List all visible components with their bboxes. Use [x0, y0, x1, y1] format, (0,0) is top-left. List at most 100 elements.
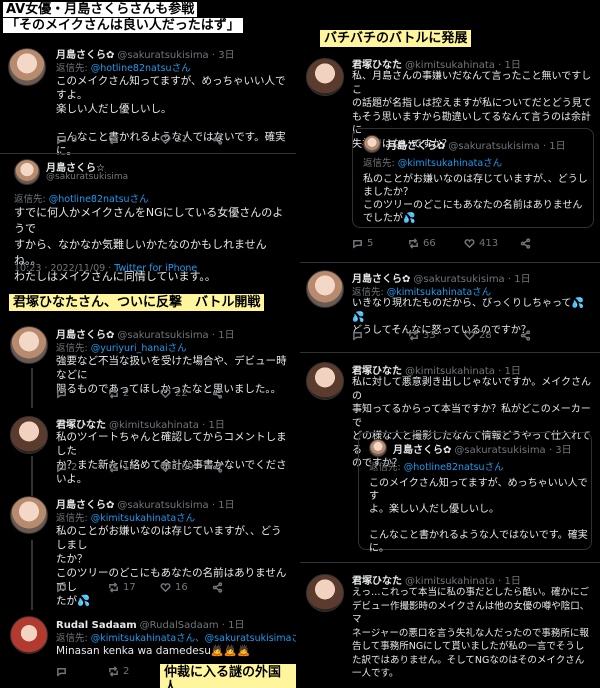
author-name: 月島さくら✿	[393, 445, 452, 456]
share-button[interactable]	[212, 134, 264, 145]
tweet-text: えっ…これって本当に私の事だとしたら酷い。確かにご デビュー作撮影時のメイクさん…	[352, 587, 590, 679]
share-icon	[212, 582, 223, 593]
avatar[interactable]	[306, 58, 344, 96]
reply-to: 返信先: @kimitsukahinataさん、@sakuratsukisima…	[56, 630, 296, 644]
share-button[interactable]	[520, 238, 572, 249]
like-button[interactable]: 16	[160, 582, 212, 593]
like-button[interactable]: 413	[464, 238, 520, 249]
tweet-actions: 8 21	[56, 134, 264, 145]
reply-icon	[353, 332, 362, 341]
share-button[interactable]	[212, 388, 264, 399]
tweet-text: Minasan kenka wa damedesu🙇🙇🙇	[56, 645, 251, 657]
caption-battle: バチバチのバトルに発展	[320, 30, 472, 47]
retweet-button[interactable]: 66	[408, 238, 464, 249]
reply-button[interactable]	[56, 582, 108, 593]
avatar[interactable]	[14, 159, 40, 185]
like-button[interactable]: 21	[160, 134, 212, 145]
divider	[300, 262, 600, 263]
reply-to-link[interactable]: @hotline82natsuさん	[91, 63, 191, 74]
retweet-button[interactable]: 33	[408, 330, 464, 341]
tweet-hinata-4[interactable]: 君塚ひなた @kimitsukahinata · 1日 えっ…これって本当に私の事…	[300, 568, 600, 688]
avatar[interactable]	[10, 496, 48, 534]
retweet-icon	[109, 582, 118, 593]
tweet-sakura-3[interactable]: 月島さくら✿ @sakuratsukisima · 1日 返信先: @kimits…	[0, 490, 296, 607]
tweet-sakura-1[interactable]: 月島さくら✿ @sakuratsukisima · 3日 返信先: @hotlin…	[0, 40, 296, 157]
share-button[interactable]	[520, 330, 572, 341]
retweet-button[interactable]	[108, 134, 160, 145]
avatar[interactable]	[10, 616, 48, 654]
tweet-hinata-1[interactable]: 君塚ひなた @kimitsukahinata · 1日 私のツイートちゃんと確認し…	[0, 410, 296, 490]
retweet-button[interactable]: 17	[108, 582, 160, 593]
like-button[interactable]: 22	[160, 388, 212, 399]
retweet-icon	[109, 134, 118, 145]
tweet-sakura-2[interactable]: 月島さくら✿ @sakuratsukisima · 1日 返信先: @yuriyu…	[0, 320, 296, 408]
retweet-icon	[409, 238, 418, 249]
reply-icon	[57, 584, 66, 593]
heart-icon	[160, 389, 171, 399]
reply-to-link[interactable]: @hotline82natsuさん	[49, 194, 149, 205]
reply-button[interactable]: 5	[352, 238, 408, 249]
share-icon	[212, 388, 223, 399]
retweet-icon	[109, 666, 118, 677]
author-handle: @sakuratsukisima	[46, 172, 129, 182]
tweet-sakura-detail[interactable]: 月島さくら☆ @sakuratsukisima 返信先: @hotline82n…	[0, 155, 296, 283]
avatar[interactable]	[306, 574, 344, 612]
reply-icon	[57, 668, 66, 677]
reply-to-link[interactable]: @kimitsukahinataさん	[91, 513, 195, 524]
reply-to: 返信先: @hotline82natsuさん	[369, 462, 504, 473]
reply-to: 返信先: @yuriyuri_hanaiさん	[56, 343, 187, 354]
share-icon	[212, 134, 223, 145]
tweet-text: 私のことがお嫌いなのは存じていますが、、どうしまし たか？ このツリーのどこにも…	[56, 525, 287, 607]
like-button[interactable]: 28	[464, 330, 520, 341]
author-handle: @sakuratsukisima · 3日	[454, 445, 572, 456]
share-button[interactable]	[212, 582, 264, 593]
avatar	[363, 135, 381, 153]
reply-to: 返信先: @hotline82natsuさん	[56, 63, 191, 74]
retweet-icon	[409, 330, 418, 341]
tweet-actions: 33 28	[352, 330, 572, 341]
left-column: AV女優・月島さくらさんも参戦 「そのメイクさんは良い人だったはず」 月島さくら…	[0, 0, 296, 688]
share-button[interactable]	[212, 462, 264, 473]
author-name: 月島さくら✿	[387, 141, 446, 152]
like-button[interactable]: 109	[160, 462, 212, 473]
reply-to-link[interactable]: @kimitsukahinataさん、@sakuratsukisimaさん	[91, 633, 296, 644]
reply-button[interactable]	[352, 330, 408, 341]
avatar[interactable]	[306, 362, 344, 400]
avatar	[369, 439, 387, 457]
avatar[interactable]	[10, 416, 48, 454]
tweet-actions: 2 22	[56, 388, 264, 399]
quoted-tweet[interactable]: 月島さくら✿ @sakuratsukisima · 3日 返信先: @hotlin…	[358, 432, 592, 554]
avatar[interactable]	[10, 326, 48, 364]
retweet-button[interactable]: 1	[108, 462, 160, 473]
retweet-button[interactable]: 2	[108, 388, 160, 399]
retweet-icon	[109, 462, 118, 473]
caption-sakura-joins: AV女優・月島さくらさんも参戦 「そのメイクさんは良い人だったはず」	[3, 2, 243, 33]
avatar[interactable]	[8, 48, 46, 86]
tweet-actions: 5 66 413	[352, 238, 572, 249]
right-column: バチバチのバトルに発展 君塚ひなた @kimitsukahinata · 1日 私…	[300, 0, 600, 688]
tweet-hinata-3[interactable]: 君塚ひなた @kimitsukahinata · 1日 私に対して悪意剥き出しじゃ…	[300, 358, 600, 558]
reply-button[interactable]: 8	[56, 134, 108, 145]
caption-mediator: 仲裁に入る謎の外国人	[160, 664, 296, 688]
quoted-tweet[interactable]: 月島さくら✿ @sakuratsukisima · 1日 返信先: @kimits…	[352, 128, 594, 228]
avatar[interactable]	[306, 270, 344, 308]
quoted-text: このメイクさん知ってますが、めっちゃいい人です よ。楽しい人だし優しいし。 こん…	[369, 478, 588, 554]
tweet-sakura-4[interactable]: 月島さくら✿ @sakuratsukisima · 1日 返信先: @kimits…	[300, 266, 600, 346]
reply-to-link[interactable]: @yuriyuri_hanaiさん	[91, 343, 187, 354]
reply-button[interactable]: 2	[56, 462, 108, 473]
client-link[interactable]: Twitter for iPhone	[114, 263, 197, 274]
tweet-actions: 2	[56, 666, 160, 677]
reply-to: 返信先: @hotline82natsuさん	[14, 194, 149, 205]
retweet-button[interactable]: 2	[108, 666, 160, 677]
reply-icon	[57, 390, 66, 399]
tweet-actions: 17 16	[56, 582, 264, 593]
retweet-icon	[109, 388, 118, 399]
share-icon	[520, 330, 531, 341]
reply-button[interactable]	[56, 388, 108, 399]
reply-button[interactable]	[56, 666, 108, 677]
reply-to: 返信先: @kimitsukahinataさん	[363, 158, 503, 169]
reply-to: 返信先: @kimitsukahinataさん	[56, 513, 196, 524]
tweet-hinata-2[interactable]: 君塚ひなた @kimitsukahinata · 1日 私、月島さんの事嫌いだなん…	[300, 52, 600, 257]
heart-icon	[160, 463, 171, 473]
share-icon	[212, 462, 223, 473]
